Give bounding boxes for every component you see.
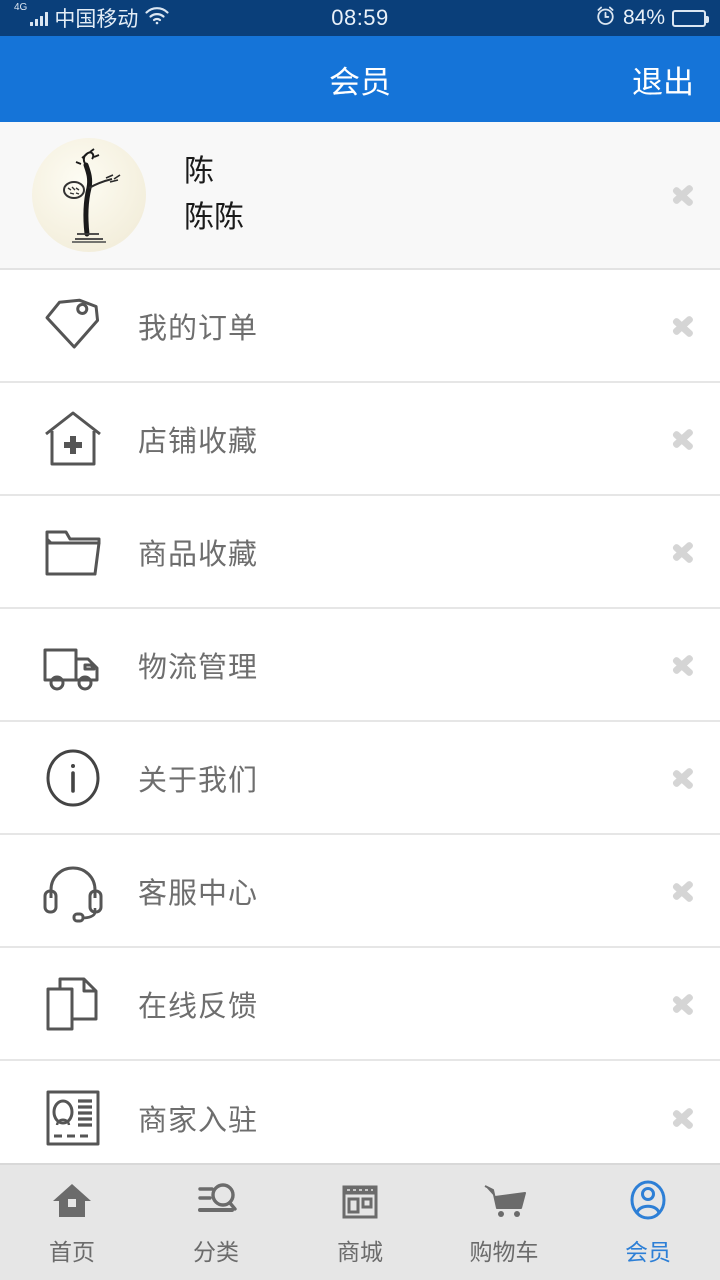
price-tag-icon: [36, 289, 110, 363]
menu-item-logistics[interactable]: 物流管理: [0, 609, 720, 722]
chevron-right-icon: [672, 420, 694, 458]
wifi-icon: [144, 5, 170, 31]
menu-item-label: 物流管理: [138, 651, 259, 684]
tab-mall[interactable]: 商城: [288, 1165, 432, 1280]
info-circle-icon: [36, 741, 110, 815]
status-bar: 4G 中国移动 08:59 84%: [0, 0, 720, 36]
tab-label: 会员: [625, 1239, 671, 1265]
category-search-icon: [194, 1178, 238, 1224]
menu-item-merchant-entry[interactable]: 商家入驻: [0, 1061, 720, 1163]
home-icon: [50, 1178, 94, 1224]
tab-label: 商城: [337, 1239, 383, 1265]
truck-icon: [36, 628, 110, 702]
network-type-label: 4G: [14, 2, 28, 13]
profile-name-primary: 陈: [184, 155, 214, 188]
menu-item-online-feedback[interactable]: 在线反馈: [0, 948, 720, 1061]
tab-label: 首页: [49, 1239, 95, 1265]
page-header: 会员 退出: [0, 36, 720, 122]
menu-item-label: 商品收藏: [138, 538, 259, 571]
page-title: 会员: [329, 64, 391, 100]
chevron-right-icon: [672, 1099, 694, 1137]
status-bar-left: 4G 中国移动: [14, 3, 170, 33]
chevron-right-icon: [672, 533, 694, 571]
chevron-right-icon: [672, 985, 694, 1023]
tab-label: 分类: [193, 1239, 239, 1265]
logout-button[interactable]: 退出: [632, 57, 694, 102]
tab-member[interactable]: 会员: [576, 1165, 720, 1280]
menu-item-label: 客服中心: [138, 877, 259, 910]
chevron-right-icon: [672, 759, 694, 797]
menu-item-label: 我的订单: [138, 312, 259, 345]
headset-icon: [36, 854, 110, 928]
app-root: 4G 中国移动 08:59 84% 会员 退出 陈 陈陈 我的订单 店铺收藏 商…: [0, 0, 720, 1280]
shop-icon: [338, 1178, 382, 1224]
chevron-right-icon: [672, 872, 694, 910]
menu-item-shop-favorites[interactable]: 店铺收藏: [0, 383, 720, 496]
battery-icon: [672, 9, 709, 27]
menu-item-my-orders[interactable]: 我的订单: [0, 270, 720, 383]
menu-item-label: 在线反馈: [138, 990, 259, 1023]
tab-home[interactable]: 首页: [0, 1165, 144, 1280]
documents-icon: [36, 967, 110, 1041]
house-plus-icon: [36, 402, 110, 476]
profile-row[interactable]: 陈 陈陈: [0, 122, 720, 270]
signal-bars-icon: [30, 11, 49, 26]
profile-name-secondary: 陈陈: [184, 201, 244, 234]
chevron-right-icon: [672, 307, 694, 345]
menu-item-label: 商家入驻: [138, 1104, 259, 1137]
alarm-clock-icon: [595, 5, 616, 32]
status-bar-right: 84%: [595, 5, 709, 32]
id-card-icon: [36, 1081, 110, 1155]
bottom-tab-bar: 首页 分类 商城 购物车 会员: [0, 1163, 720, 1280]
chevron-right-icon: [672, 646, 694, 684]
avatar-ink-painting: [63, 148, 121, 243]
tab-label: 购物车: [469, 1239, 539, 1265]
menu-item-about-us[interactable]: 关于我们: [0, 722, 720, 835]
avatar: [32, 138, 146, 252]
menu-item-label: 店铺收藏: [138, 425, 259, 458]
carrier-label: 中国移动: [54, 8, 139, 31]
battery-percent-label: 84%: [622, 6, 665, 29]
tab-cart[interactable]: 购物车: [432, 1165, 576, 1280]
cart-icon: [481, 1178, 527, 1224]
content-scroll[interactable]: 陈 陈陈 我的订单 店铺收藏 商品收藏 物流管理 关于我们 客服中心 在线反馈 …: [0, 122, 720, 1163]
chevron-right-icon: [672, 176, 694, 214]
folder-icon: [36, 515, 110, 589]
tab-category[interactable]: 分类: [144, 1165, 288, 1280]
user-circle-icon: [626, 1178, 670, 1224]
menu-item-label: 关于我们: [138, 764, 259, 797]
menu-item-product-favorites[interactable]: 商品收藏: [0, 496, 720, 609]
menu-item-customer-service[interactable]: 客服中心: [0, 835, 720, 948]
profile-names: 陈 陈陈: [184, 157, 244, 233]
